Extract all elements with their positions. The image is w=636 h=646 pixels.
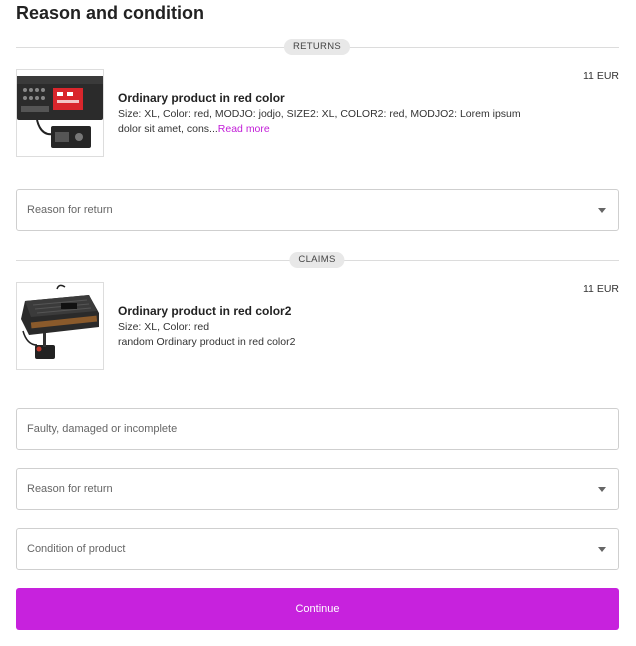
product-2-image: [16, 282, 104, 370]
claims-reason-select[interactable]: Reason for return: [16, 468, 619, 510]
claims-problem-input[interactable]: Faulty, damaged or incomplete: [16, 408, 619, 450]
claims-problem-placeholder: Faulty, damaged or incomplete: [27, 423, 178, 435]
returns-reason-placeholder: Reason for return: [27, 204, 113, 216]
chevron-down-icon: [598, 208, 606, 213]
claims-reason-placeholder: Reason for return: [27, 483, 113, 495]
product-1-price: 11 EUR: [583, 70, 619, 82]
claims-condition-select[interactable]: Condition of product: [16, 528, 619, 570]
read-more-link[interactable]: Read more: [218, 123, 270, 135]
product-1-description-text: Size: XL, Color: red, MODJO: jodjo, SIZE…: [118, 108, 521, 135]
claims-condition-placeholder: Condition of product: [27, 543, 126, 555]
product-1-description: Size: XL, Color: red, MODJO: jodjo, SIZE…: [118, 107, 528, 137]
product-2-attributes: Size: XL, Color: red: [118, 321, 210, 333]
claims-section-label: CLAIMS: [289, 252, 345, 268]
chevron-down-icon: [598, 487, 606, 492]
returns-section-label: RETURNS: [283, 39, 351, 55]
product-2-description: Size: XL, Color: red random Ordinary pro…: [118, 320, 528, 350]
page-title: Reason and condition: [16, 3, 205, 23]
product-1-image: [16, 69, 104, 157]
red-synth-product-image: [17, 76, 103, 148]
product-2-price: 11 EUR: [583, 283, 619, 295]
continue-button[interactable]: Continue: [16, 588, 619, 630]
product-2-name: Ordinary product in red color2: [118, 304, 292, 318]
retro-console-product-image: [21, 284, 99, 359]
chevron-down-icon: [598, 547, 606, 552]
returns-reason-select[interactable]: Reason for return: [16, 189, 619, 231]
reason-condition-page: Reason and condition RETURNS Ordinary pr…: [0, 0, 636, 646]
product-2-note: random Ordinary product in red color2: [118, 336, 296, 348]
product-1-name: Ordinary product in red color: [118, 91, 285, 105]
